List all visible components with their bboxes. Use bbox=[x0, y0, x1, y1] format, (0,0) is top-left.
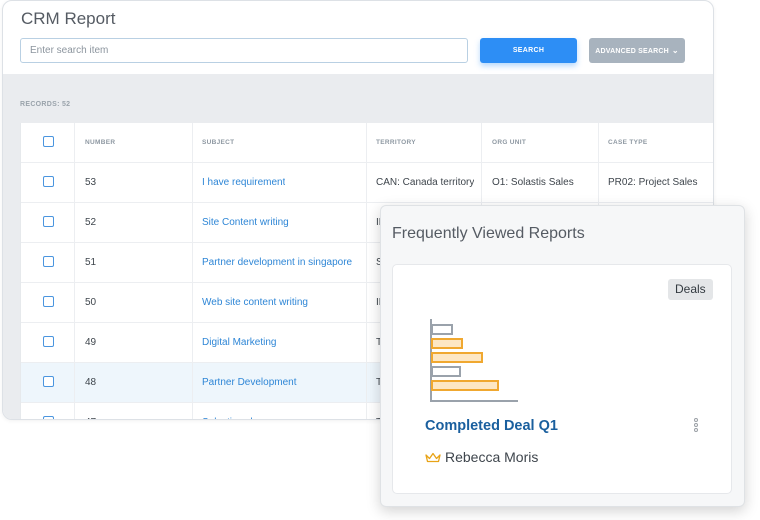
page-title: CRM Report bbox=[21, 9, 116, 28]
thumbnail-bar bbox=[431, 366, 461, 377]
advanced-search-button[interactable]: ADVANCED SEARCH ⌄ bbox=[589, 38, 685, 63]
row-checkbox-icon[interactable] bbox=[43, 296, 54, 307]
cell-number: 52 bbox=[85, 217, 97, 228]
cell-number: 49 bbox=[85, 337, 97, 348]
row-checkbox-icon[interactable] bbox=[43, 336, 54, 347]
cell-territory: CAN: Canada territory bbox=[376, 177, 475, 188]
cell-subject[interactable]: Solastis sale bbox=[202, 403, 258, 419]
table-row[interactable]: 53 I have requirement CAN: Canada territor… bbox=[21, 163, 713, 203]
report-title[interactable]: Completed Deal Q1 bbox=[425, 418, 558, 434]
cell-subject[interactable]: Digital Marketing bbox=[202, 323, 276, 363]
advanced-search-label: ADVANCED SEARCH bbox=[595, 48, 669, 55]
column-header-org-unit[interactable]: ORG UNIT bbox=[492, 123, 526, 163]
frequently-viewed-reports-popup: Frequently Viewed Reports Deals Complete… bbox=[380, 205, 745, 507]
cell-number: 53 bbox=[85, 177, 97, 188]
search-button[interactable]: SEARCH bbox=[480, 38, 577, 63]
cell-subject[interactable]: Partner Development bbox=[202, 363, 297, 403]
column-header-number[interactable]: NUMBER bbox=[85, 123, 115, 163]
category-badge: Deals bbox=[668, 279, 713, 300]
cell-number: 48 bbox=[85, 377, 97, 388]
row-checkbox-icon[interactable] bbox=[43, 216, 54, 227]
cell-subject[interactable]: I have requirement bbox=[202, 163, 285, 203]
thumbnail-bar bbox=[431, 338, 463, 349]
cell-org-unit: O1: Solastis Sales bbox=[492, 177, 574, 188]
popup-title: Frequently Viewed Reports bbox=[392, 225, 585, 242]
cell-case-type: PR02: Project Sales bbox=[608, 177, 698, 188]
report-thumbnail-chart bbox=[430, 319, 518, 402]
row-checkbox-icon[interactable] bbox=[43, 256, 54, 267]
search-input[interactable] bbox=[20, 38, 468, 63]
thumbnail-bar bbox=[431, 352, 483, 363]
row-checkbox-icon[interactable] bbox=[43, 416, 54, 419]
row-checkbox-icon[interactable] bbox=[43, 176, 54, 187]
cell-subject[interactable]: Web site content writing bbox=[202, 283, 308, 323]
select-all-checkbox-icon[interactable] bbox=[43, 136, 54, 147]
chevron-down-icon: ⌄ bbox=[671, 46, 679, 55]
cell-subject[interactable]: Partner development in singapore bbox=[202, 243, 352, 283]
report-owner: Rebecca Moris bbox=[425, 449, 538, 465]
table-header: NUMBER SUBJECT TERRITORY ORG UNIT CASE T… bbox=[21, 123, 713, 163]
cell-number: 51 bbox=[85, 257, 97, 268]
column-header-territory[interactable]: TERRITORY bbox=[376, 123, 416, 163]
report-card[interactable]: Deals Completed Deal Q1 Rebecca Moris bbox=[392, 264, 732, 494]
more-options-icon[interactable] bbox=[692, 418, 700, 434]
cell-number: 50 bbox=[85, 297, 97, 308]
thumbnail-bar bbox=[431, 324, 453, 335]
crown-icon bbox=[425, 452, 441, 463]
column-header-case-type[interactable]: CASE TYPE bbox=[608, 123, 648, 163]
owner-name: Rebecca Moris bbox=[445, 449, 539, 465]
cell-number: 47 bbox=[85, 403, 96, 419]
cell-subject[interactable]: Site Content writing bbox=[202, 203, 289, 243]
row-checkbox-icon[interactable] bbox=[43, 376, 54, 387]
column-header-subject[interactable]: SUBJECT bbox=[202, 123, 234, 163]
records-count: RECORDS: 52 bbox=[20, 101, 71, 108]
thumbnail-bar bbox=[431, 380, 499, 391]
